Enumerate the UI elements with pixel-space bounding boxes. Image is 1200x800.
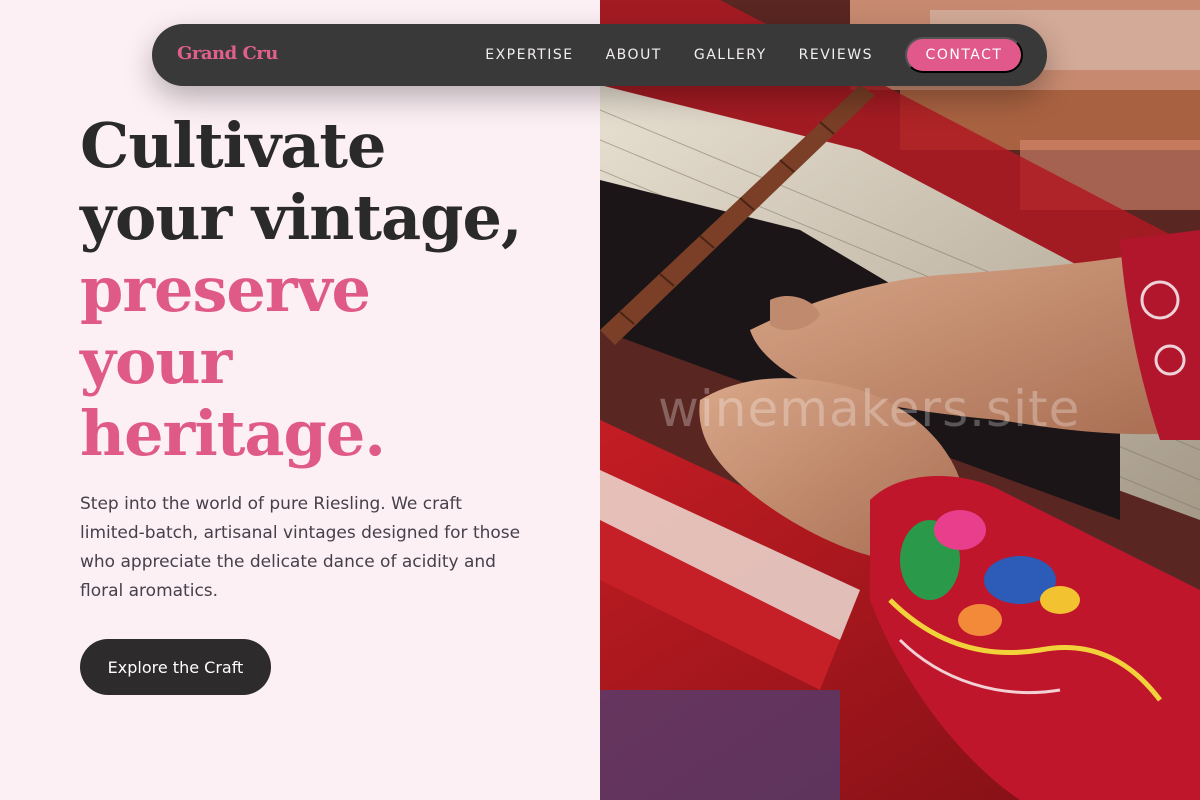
hero-text-panel: Cultivate your vintage, preserve your he… [0, 0, 600, 800]
headline-accent-line-1: preserve [80, 253, 371, 326]
nav-link-expertise[interactable]: EXPERTISE [469, 37, 589, 73]
watermark-text: winemakers.site [658, 380, 1081, 438]
headline-line-2: your vintage, [80, 181, 523, 254]
brand-logo[interactable]: Grand Cru [177, 43, 278, 64]
page: Cultivate your vintage, preserve your he… [0, 0, 1200, 800]
hero-image: winemakers.site [600, 0, 1200, 800]
headline-line-1: Cultivate [80, 109, 386, 182]
contact-button[interactable]: CONTACT [905, 37, 1023, 73]
headline-accent-line-3: heritage. [80, 397, 386, 470]
nav-link-reviews[interactable]: REVIEWS [783, 37, 889, 73]
nav-link-about[interactable]: ABOUT [590, 37, 678, 73]
nav-links: EXPERTISE ABOUT GALLERY REVIEWS CONTACT [469, 37, 1023, 73]
hero-headline: Cultivate your vintage, preserve your he… [80, 110, 580, 470]
navbar: Grand Cru EXPERTISE ABOUT GALLERY REVIEW… [152, 24, 1047, 86]
headline-accent-line-2: your [80, 325, 232, 398]
hero-description: Step into the world of pure Riesling. We… [80, 494, 521, 601]
nav-link-gallery[interactable]: GALLERY [678, 37, 783, 73]
explore-craft-button[interactable]: Explore the Craft [80, 639, 271, 695]
